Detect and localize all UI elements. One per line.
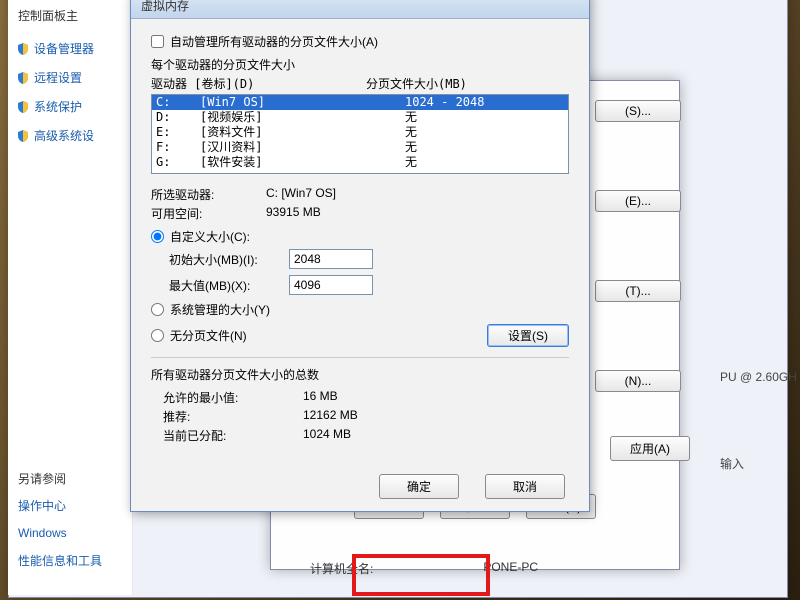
set-button[interactable]: 设置(S) xyxy=(487,324,569,347)
radio-no-paging[interactable] xyxy=(151,329,164,342)
radio-custom-size[interactable] xyxy=(151,230,164,243)
sidebar-item-label: 高级系统设 xyxy=(34,127,94,144)
drive-letter: E: xyxy=(156,125,200,140)
initial-size-label: 初始大小(MB)(I): xyxy=(169,251,289,268)
initial-size-input[interactable] xyxy=(289,249,373,269)
max-size-input[interactable] xyxy=(289,275,373,295)
totals-heading: 所有驱动器分页文件大小的总数 xyxy=(151,366,569,383)
sidebar-heading: 控制面板主 xyxy=(12,3,128,34)
recommended-label: 推荐: xyxy=(163,408,303,425)
sidebar-item-advanced[interactable]: 高级系统设 xyxy=(12,121,128,150)
drive-row[interactable]: C: [Win7 OS] 1024 - 2048 xyxy=(152,95,568,110)
auto-manage-checkbox[interactable] xyxy=(151,35,164,48)
radio-system-size[interactable] xyxy=(151,303,164,316)
header-drive: 驱动器 [卷标](D) xyxy=(151,75,366,92)
current-label: 当前已分配: xyxy=(163,427,303,444)
min-allowed-value: 16 MB xyxy=(303,389,338,406)
cancel-button[interactable]: 取消 xyxy=(485,474,565,499)
control-panel-sidebar: 控制面板主 设备管理器 远程设置 系统保护 高级系统设 另请参阅 xyxy=(8,0,133,595)
sidebar-item-label: 设备管理器 xyxy=(34,40,94,57)
free-space-value: 93915 MB xyxy=(266,205,321,222)
computer-name-value: PONE-PC xyxy=(483,560,538,577)
max-size-label: 最大值(MB)(X): xyxy=(169,277,289,294)
drive-label: [软件安装] xyxy=(200,155,405,170)
drive-row[interactable]: G: [软件安装] 无 xyxy=(152,155,568,170)
ok-button[interactable]: 确定 xyxy=(379,474,459,499)
computer-name-label: 计算机全名: xyxy=(310,560,373,577)
shield-icon xyxy=(16,100,30,114)
drive-size: 无 xyxy=(405,155,417,170)
auto-manage-label: 自动管理所有驱动器的分页文件大小(A) xyxy=(170,33,378,50)
header-size: 分页文件大小(MB) xyxy=(366,75,467,92)
radio-custom-label: 自定义大小(C): xyxy=(170,228,250,245)
drive-letter: F: xyxy=(156,140,200,155)
drive-size: 无 xyxy=(405,110,417,125)
drive-letter: D: xyxy=(156,110,200,125)
drive-label: [Win7 OS] xyxy=(200,95,405,110)
drive-letter: G: xyxy=(156,155,200,170)
sidebar-item-label: 远程设置 xyxy=(34,69,82,86)
see-also-perf-info[interactable]: 性能信息和工具 xyxy=(12,546,132,575)
radio-none-label: 无分页文件(N) xyxy=(170,327,247,344)
settings-s-button[interactable]: (S)... xyxy=(595,100,681,122)
dialog-title: 虚拟内存 xyxy=(131,0,589,19)
drive-list-header: 驱动器 [卷标](D) 分页文件大小(MB) xyxy=(151,75,569,92)
drive-row[interactable]: D: [视频娱乐] 无 xyxy=(152,110,568,125)
sidebar-item-protection[interactable]: 系统保护 xyxy=(12,92,128,121)
drive-label: [资料文件] xyxy=(200,125,405,140)
free-space-label: 可用空间: xyxy=(151,205,266,222)
drive-list[interactable]: C: [Win7 OS] 1024 - 2048 D: [视频娱乐] 无 E: … xyxy=(151,94,569,174)
radio-system-label: 系统管理的大小(Y) xyxy=(170,301,270,318)
drive-row[interactable]: F: [汉川资料] 无 xyxy=(152,140,568,155)
selected-drive-value: C: [Win7 OS] xyxy=(266,186,336,203)
recommended-value: 12162 MB xyxy=(303,408,358,425)
shield-icon xyxy=(16,42,30,56)
computer-name-row: 计算机全名: PONE-PC xyxy=(310,560,538,577)
sidebar-item-device-manager[interactable]: 设备管理器 xyxy=(12,34,128,63)
shield-icon xyxy=(16,129,30,143)
selected-drive-label: 所选驱动器: xyxy=(151,186,266,203)
cpu-info-fragment: PU @ 2.60GH xyxy=(720,370,797,384)
see-also-heading: 另请参阅 xyxy=(12,466,132,491)
see-also-action-center[interactable]: 操作中心 xyxy=(12,491,132,520)
see-also-windows[interactable]: Windows xyxy=(12,520,132,546)
per-drive-heading: 每个驱动器的分页文件大小 xyxy=(151,56,569,73)
settings-e-button[interactable]: (E)... xyxy=(595,190,681,212)
input-fragment: 输入 xyxy=(720,455,744,472)
current-value: 1024 MB xyxy=(303,427,351,444)
outer-apply-button[interactable]: 应用(A) xyxy=(610,436,690,461)
see-also-section: 另请参阅 操作中心 Windows 性能信息和工具 xyxy=(12,466,132,575)
shield-icon xyxy=(16,71,30,85)
drive-size: 无 xyxy=(405,125,417,140)
settings-n-button[interactable]: (N)... xyxy=(595,370,681,392)
drive-row[interactable]: E: [资料文件] 无 xyxy=(152,125,568,140)
sidebar-item-remote[interactable]: 远程设置 xyxy=(12,63,128,92)
drive-label: [视频娱乐] xyxy=(200,110,405,125)
settings-t-button[interactable]: (T)... xyxy=(595,280,681,302)
drive-label: [汉川资料] xyxy=(200,140,405,155)
drive-letter: C: xyxy=(156,95,200,110)
right-button-column: (S)... (E)... (T)... (N)... xyxy=(595,100,681,392)
drive-size: 1024 - 2048 xyxy=(405,95,484,110)
min-allowed-label: 允许的最小值: xyxy=(163,389,303,406)
drive-size: 无 xyxy=(405,140,417,155)
sidebar-item-label: 系统保护 xyxy=(34,98,82,115)
virtual-memory-dialog: 虚拟内存 自动管理所有驱动器的分页文件大小(A) 每个驱动器的分页文件大小 驱动… xyxy=(130,0,590,512)
